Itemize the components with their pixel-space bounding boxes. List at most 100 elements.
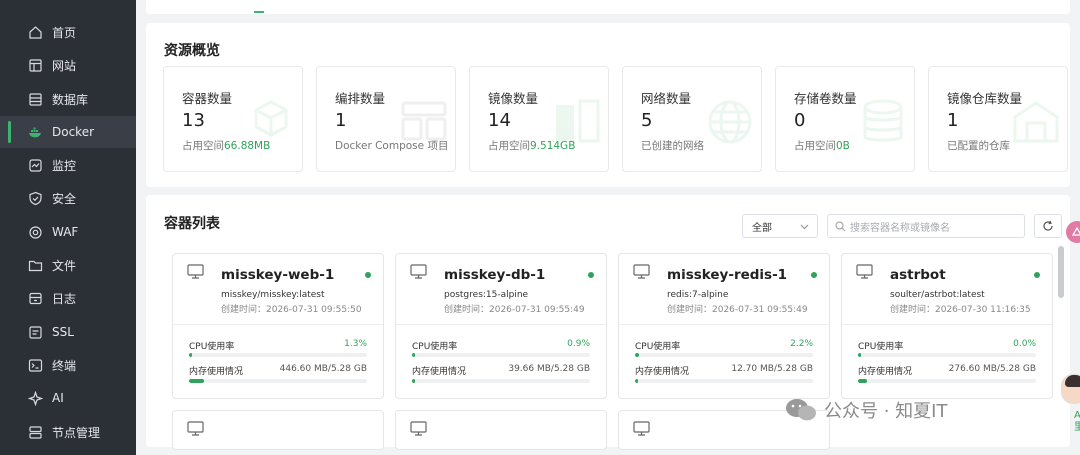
memory-bar-fill — [412, 379, 415, 383]
stat-value: 5 — [641, 110, 653, 131]
stat-label: 镜像仓库数量 — [947, 91, 1023, 106]
stat-card-0[interactable]: 容器数量 13 占用空间66.88MB — [163, 66, 303, 172]
watermark-text: 公众号 · 知夏IT — [824, 401, 948, 422]
memory-label: 内存使用情况 — [858, 367, 913, 377]
memory-label: 内存使用情况 — [635, 367, 690, 377]
sidebar-item-9[interactable]: SSL — [0, 316, 136, 348]
stat-card-4[interactable]: 存储卷数量 0 占用空间0B — [775, 66, 915, 172]
sidebar-item-label: 安全 — [52, 191, 77, 206]
sidebar-item-2[interactable]: 数据库 — [0, 83, 136, 115]
globe-icon — [708, 100, 752, 144]
monitor-icon — [633, 421, 650, 436]
stat-label: 容器数量 — [182, 91, 233, 106]
stat-subtext: 已创建的网络 — [641, 138, 704, 153]
refresh-icon — [1043, 220, 1053, 231]
sidebar-item-label: AI — [52, 391, 64, 405]
container-list-title: 容器列表 — [164, 216, 220, 232]
refresh-button[interactable] — [1034, 214, 1062, 238]
container-name[interactable]: misskey-redis-1 — [667, 267, 787, 283]
container-created: 创建时间：2026-07-30 11:16:35 — [890, 305, 1031, 315]
sidebar-item-label: Docker — [52, 125, 95, 139]
top-tab-bar — [146, 0, 1070, 14]
search-input[interactable]: 搜索容器名称或镜像名 — [827, 214, 1025, 238]
website-icon — [28, 58, 43, 73]
sidebar-item-3[interactable]: Docker — [0, 116, 136, 148]
sidebar-item-label: 首页 — [52, 25, 77, 40]
cpu-bar-fill — [412, 353, 415, 357]
container-name[interactable]: misskey-web-1 — [221, 267, 334, 283]
cpu-bar-fill — [858, 353, 861, 357]
sidebar-item-6[interactable]: WAF — [0, 216, 136, 248]
docker-icon — [28, 125, 43, 140]
stat-subtext: 占用空间0B — [794, 138, 850, 153]
stat-sub-prefix: Docker Compose 项目 — [335, 140, 449, 152]
stat-value: 1 — [335, 110, 347, 131]
memory-value: 39.66 MB/5.28 GB — [508, 364, 590, 374]
container-created: 创建时间：2026-07-31 09:55:49 — [667, 305, 808, 315]
sidebar-item-label: 网站 — [52, 58, 77, 73]
container-card[interactable]: misskey-redis-1 redis:7-alpine 创建时间：2026-0… — [618, 253, 830, 399]
container-card[interactable]: astrbot soulter/astrbot:latest 创建时间：2026-0… — [841, 253, 1053, 399]
memory-value: 12.70 MB/5.28 GB — [731, 364, 813, 374]
sidebar-item-8[interactable]: 日志 — [0, 282, 136, 314]
sidebar-item-label: 文件 — [52, 258, 77, 273]
cpu-bar — [635, 353, 813, 357]
stat-value: 14 — [488, 110, 511, 131]
sidebar-item-10[interactable]: 终端 — [0, 349, 136, 381]
stat-label: 存储卷数量 — [794, 91, 857, 106]
sidebar-item-12[interactable]: 节点管理 — [0, 416, 136, 448]
waf-icon — [28, 225, 43, 240]
container-name[interactable]: misskey-db-1 — [444, 267, 545, 283]
overview-title: 资源概览 — [164, 43, 220, 59]
cpu-bar — [858, 353, 1036, 357]
cpu-label: CPU使用率 — [189, 342, 235, 352]
container-card[interactable]: misskey-web-1 misskey/misskey:latest 创建时间：… — [172, 253, 384, 399]
ssl-icon — [28, 325, 43, 340]
status-filter-select[interactable]: 全部 — [742, 214, 818, 238]
sidebar-item-0[interactable]: 首页 — [0, 16, 136, 48]
monitor-icon — [28, 158, 43, 173]
side-float-text: A 里 — [1074, 410, 1080, 433]
sidebar-item-11[interactable]: AI — [0, 382, 136, 414]
container-image: soulter/astrbot:latest — [890, 290, 985, 300]
sidebar-item-1[interactable]: 网站 — [0, 49, 136, 81]
stat-card-3[interactable]: 网络数量 5 已创建的网络 — [622, 66, 762, 172]
stat-card-5[interactable]: 镜像仓库数量 1 已配置的仓库 — [928, 66, 1068, 172]
stat-card-1[interactable]: 编排数量 1 Docker Compose 项目 — [316, 66, 456, 172]
cpu-value: 0.0% — [1013, 339, 1036, 349]
container-created: 创建时间：2026-07-31 09:55:50 — [221, 305, 362, 315]
stat-card-2[interactable]: 镜像数量 14 占用空间9.514GB — [469, 66, 609, 172]
cpu-bar-fill — [635, 353, 639, 357]
container-card[interactable]: misskey-db-1 postgres:15-alpine 创建时间：2026-… — [395, 253, 607, 399]
monitor-icon — [856, 264, 873, 279]
wechat-icon — [786, 399, 816, 421]
cpu-bar — [189, 353, 367, 357]
container-image: redis:7-alpine — [667, 290, 729, 300]
search-icon — [835, 221, 846, 232]
cpu-bar — [412, 353, 590, 357]
volume-icon — [863, 99, 903, 142]
stat-label: 镜像数量 — [488, 91, 539, 106]
active-tab-indicator — [254, 11, 264, 13]
container-card-partial[interactable] — [395, 410, 607, 450]
divider — [396, 324, 606, 325]
stat-value: 0 — [794, 110, 806, 131]
sidebar-item-5[interactable]: 安全 — [0, 182, 136, 214]
stat-subtext: 占用空间66.88MB — [182, 138, 270, 153]
container-card-partial[interactable] — [172, 410, 384, 450]
memory-bar — [858, 379, 1036, 383]
avatar[interactable] — [1061, 374, 1080, 404]
main-content: 资源概览 容器数量 13 占用空间66.88MB 编排数量 1 Docker Compos… — [136, 0, 1080, 455]
memory-bar-fill — [858, 379, 868, 383]
sidebar-item-label: SSL — [52, 325, 74, 339]
status-filter-value: 全部 — [752, 222, 772, 234]
status-dot — [811, 272, 817, 278]
monitor-icon — [187, 264, 204, 279]
sidebar-item-4[interactable]: 监控 — [0, 149, 136, 181]
sidebar-item-7[interactable]: 文件 — [0, 249, 136, 281]
database-icon — [28, 92, 43, 107]
logo-icon — [1071, 226, 1080, 236]
container-name[interactable]: astrbot — [890, 267, 946, 283]
container-list-scrollbar[interactable] — [1058, 246, 1064, 298]
memory-label: 内存使用情况 — [189, 367, 244, 377]
